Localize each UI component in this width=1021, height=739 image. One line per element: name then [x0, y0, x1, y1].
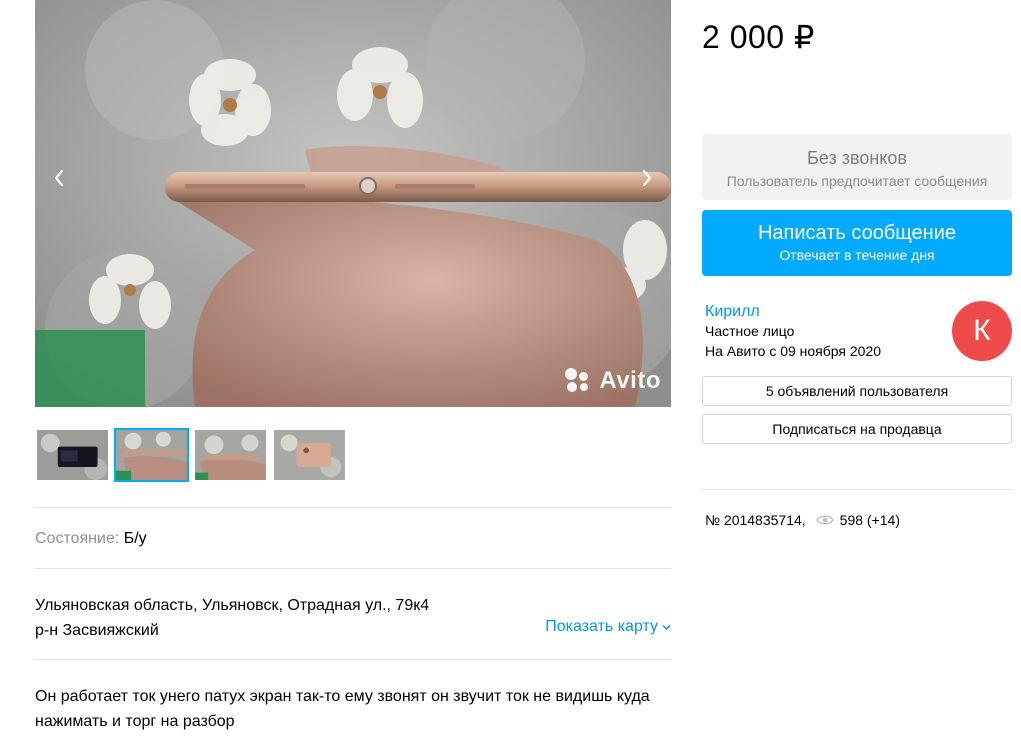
listing-meta: № 2014835714, 598 (+14) — [705, 512, 900, 528]
address-block: Ульяновская область, Ульяновск, Отрадная… — [35, 593, 429, 643]
thumbnail-2[interactable] — [114, 428, 189, 482]
description-line: нажимать и торг на разбор — [35, 713, 235, 730]
avito-logo-icon — [565, 368, 593, 394]
gallery-next-button[interactable] — [629, 160, 665, 196]
avatar[interactable]: К — [952, 301, 1012, 361]
subscribe-seller-button[interactable]: Подписаться на продавца — [702, 414, 1012, 444]
thumbnail-image — [37, 430, 108, 480]
gallery-prev-button[interactable] — [41, 160, 77, 196]
no-calls-notice: Без звонков Пользователь предпочитает со… — [702, 134, 1012, 200]
thumbnail-image — [116, 430, 187, 480]
no-calls-title: Без звонков — [807, 148, 907, 168]
seller-since: На Авито с 09 ноября 2020 — [705, 343, 882, 359]
avito-watermark: Avito — [565, 367, 661, 395]
seller-name-link[interactable]: Кирилл — [705, 303, 760, 321]
condition-value: Б/у — [123, 530, 147, 547]
divider — [35, 568, 671, 569]
no-calls-subtitle: Пользователь предпочитает сообщения — [726, 173, 988, 189]
address-line: Ульяновская область, Ульяновск, Отрадная… — [35, 597, 430, 614]
price: 2 000 ₽ — [702, 19, 815, 55]
thumbnail-image — [195, 430, 266, 480]
condition-row: Состояние: Б/у — [35, 530, 147, 548]
view-count: 598 (+14) — [839, 512, 900, 528]
district-line: р-н Засвияжский — [35, 622, 159, 639]
watermark-text: Avito — [599, 367, 661, 394]
divider — [702, 489, 1012, 490]
divider — [35, 507, 671, 508]
chevron-right-icon — [642, 169, 652, 187]
user-listings-button[interactable]: 5 объявлений пользователя — [702, 376, 1012, 406]
thumbnail-3[interactable] — [193, 428, 268, 482]
write-message-button[interactable]: Написать сообщение Отвечает в течение дн… — [702, 210, 1012, 276]
seller-type: Частное лицо — [705, 323, 795, 339]
thumbnail-1[interactable] — [35, 428, 110, 482]
description-line: Он работает ток унего патух экран так-то… — [35, 688, 650, 705]
chevron-left-icon — [54, 169, 64, 187]
eye-icon — [815, 514, 834, 526]
item-description: Он работает ток унего патух экран так-то… — [35, 684, 671, 734]
show-map-link[interactable]: Показать карту — [545, 618, 671, 636]
condition-label: Состояние: — [35, 530, 120, 547]
write-message-title: Написать сообщение — [757, 222, 956, 244]
write-message-subtitle: Отвечает в течение дня — [779, 247, 935, 263]
thumbnail-strip — [35, 428, 347, 482]
listing-photo — [35, 0, 671, 407]
thumbnail-4[interactable] — [272, 428, 347, 482]
divider — [35, 659, 671, 660]
show-map-label: Показать карту — [545, 618, 658, 635]
photo-gallery[interactable]: Avito — [35, 0, 671, 407]
thumbnail-image — [274, 430, 345, 480]
chevron-down-icon — [662, 624, 671, 630]
ad-number: № 2014835714, — [705, 512, 806, 528]
